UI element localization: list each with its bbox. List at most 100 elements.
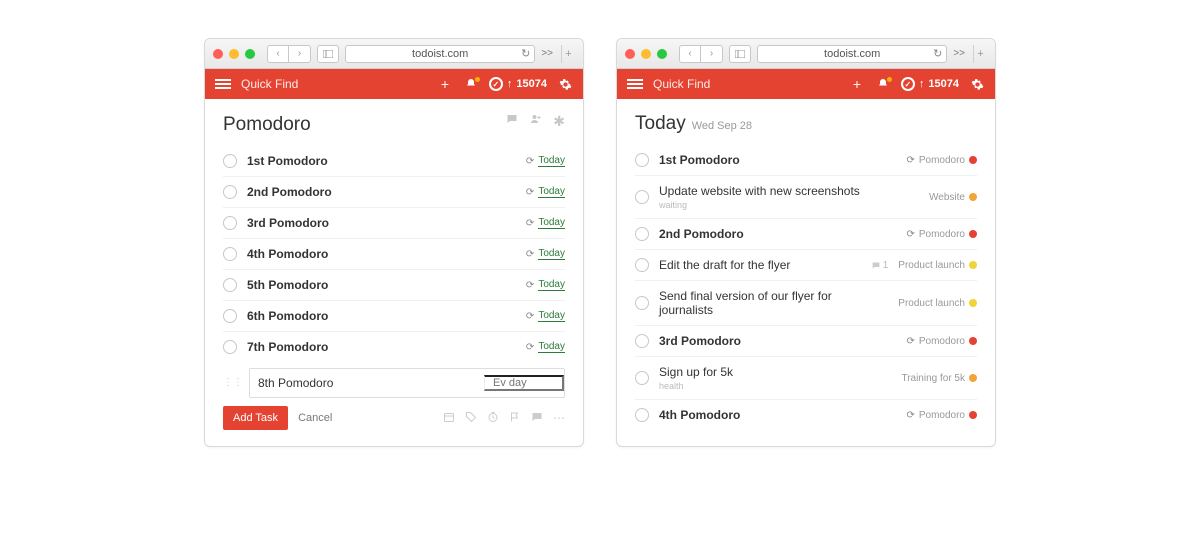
task-row[interactable]: Update website with new screenshotswaiti… (635, 176, 977, 219)
task-checkbox[interactable] (223, 309, 237, 323)
task-checkbox[interactable] (635, 371, 649, 385)
url-bar[interactable]: todoist.com ↻ (757, 45, 947, 63)
project-label: Training for 5k (901, 373, 965, 384)
reload-icon[interactable]: ↻ (521, 47, 530, 60)
task-checkbox[interactable] (223, 247, 237, 261)
sidebar-button[interactable] (317, 45, 339, 63)
notification-dot (887, 77, 892, 82)
task-row[interactable]: 2nd Pomodoro⟳Today (223, 177, 565, 208)
task-row[interactable]: 1st Pomodoro⟳Today (223, 146, 565, 177)
quick-add-icon[interactable]: + (437, 76, 453, 92)
menu-icon[interactable] (627, 79, 643, 89)
add-task-button[interactable]: Add Task (223, 406, 288, 430)
sidebar-button[interactable] (729, 45, 751, 63)
view-title: Pomodoro (223, 114, 311, 136)
task-row[interactable]: 6th Pomodoro⟳Today (223, 301, 565, 332)
task-project[interactable]: Website (929, 192, 977, 203)
settings-icon[interactable] (969, 78, 985, 91)
close-window-button[interactable] (625, 49, 635, 59)
task-project[interactable]: ⟳Pomodoro (906, 155, 977, 166)
task-due: ⟳Today (526, 341, 565, 353)
new-tab-button[interactable]: + (561, 45, 575, 63)
notifications-icon[interactable] (875, 78, 891, 90)
task-project[interactable]: ⟳Pomodoro (906, 336, 977, 347)
window-controls (625, 49, 667, 59)
comments-icon[interactable] (505, 113, 519, 130)
comment-icon[interactable] (531, 411, 543, 425)
toolbar-overflow[interactable]: >> (541, 48, 553, 59)
reminder-icon[interactable] (443, 411, 455, 425)
menu-icon[interactable] (215, 79, 231, 89)
karma-score[interactable]: ✓ ↑ 15074 (489, 77, 547, 91)
task-checkbox[interactable] (635, 296, 649, 310)
more-options-icon[interactable]: ⋯ (553, 411, 565, 425)
search-input[interactable]: Quick Find (241, 77, 427, 91)
task-row[interactable]: 1st Pomodoro⟳Pomodoro (635, 145, 977, 176)
notification-dot (475, 77, 480, 82)
drag-handle-icon[interactable]: ⋮⋮ (223, 379, 243, 387)
task-row[interactable]: 5th Pomodoro⟳Today (223, 270, 565, 301)
back-button[interactable]: ‹ (267, 45, 289, 63)
task-row[interactable]: 4th Pomodoro⟳Pomodoro (635, 400, 977, 430)
repeat-icon: ⟳ (906, 229, 914, 240)
task-project[interactable]: Product launch (898, 298, 977, 309)
project-label: Product launch (898, 298, 965, 309)
task-checkbox[interactable] (635, 408, 649, 422)
due-label: Today (538, 186, 565, 198)
task-checkbox[interactable] (635, 190, 649, 204)
settings-icon[interactable] (557, 78, 573, 91)
task-title-input[interactable] (250, 376, 484, 390)
share-icon[interactable] (529, 113, 543, 130)
toolbar-overflow[interactable]: >> (953, 48, 965, 59)
search-input[interactable]: Quick Find (653, 77, 839, 91)
browser-chrome: ‹ › todoist.com ↻ >> + (205, 39, 583, 69)
task-checkbox[interactable] (635, 334, 649, 348)
task-checkbox[interactable] (223, 216, 237, 230)
view-title-row: Pomodoro ✱ (223, 113, 565, 136)
task-checkbox[interactable] (223, 340, 237, 354)
task-editor-row: ⋮⋮ (223, 368, 565, 398)
quick-add-icon[interactable]: + (849, 76, 865, 92)
task-row[interactable]: 4th Pomodoro⟳Today (223, 239, 565, 270)
task-checkbox[interactable] (223, 185, 237, 199)
close-window-button[interactable] (213, 49, 223, 59)
task-row[interactable]: 2nd Pomodoro⟳Pomodoro (635, 219, 977, 250)
more-icon[interactable]: ✱ (553, 113, 565, 130)
zoom-window-button[interactable] (657, 49, 667, 59)
task-project[interactable]: Training for 5k (901, 373, 977, 384)
karma-icon: ✓ (489, 77, 503, 91)
priority-icon[interactable] (509, 411, 521, 425)
clock-icon[interactable] (487, 411, 499, 425)
task-date-input[interactable] (484, 375, 564, 391)
reload-icon[interactable]: ↻ (933, 47, 942, 60)
url-bar[interactable]: todoist.com ↻ (345, 45, 535, 63)
task-row[interactable]: 3rd Pomodoro⟳Pomodoro (635, 326, 977, 357)
forward-button[interactable]: › (701, 45, 723, 63)
url-text: todoist.com (824, 48, 880, 60)
cancel-button[interactable]: Cancel (298, 412, 332, 424)
minimize-window-button[interactable] (641, 49, 651, 59)
new-tab-button[interactable]: + (973, 45, 987, 63)
task-project[interactable]: Product launch (898, 260, 977, 271)
task-row[interactable]: Edit the draft for the flyer1Product lau… (635, 250, 977, 281)
task-project[interactable]: ⟳Pomodoro (906, 410, 977, 421)
karma-value: 15074 (928, 78, 959, 90)
notifications-icon[interactable] (463, 78, 479, 90)
task-project[interactable]: ⟳Pomodoro (906, 229, 977, 240)
task-row[interactable]: Send final version of our flyer for jour… (635, 281, 977, 326)
task-checkbox[interactable] (223, 278, 237, 292)
task-checkbox[interactable] (223, 154, 237, 168)
back-button[interactable]: ‹ (679, 45, 701, 63)
task-checkbox[interactable] (635, 258, 649, 272)
task-row[interactable]: 3rd Pomodoro⟳Today (223, 208, 565, 239)
minimize-window-button[interactable] (229, 49, 239, 59)
comment-count[interactable]: 1 (871, 260, 889, 271)
zoom-window-button[interactable] (245, 49, 255, 59)
task-row[interactable]: Sign up for 5khealthTraining for 5k (635, 357, 977, 400)
karma-score[interactable]: ✓ ↑ 15074 (901, 77, 959, 91)
task-checkbox[interactable] (635, 227, 649, 241)
forward-button[interactable]: › (289, 45, 311, 63)
task-checkbox[interactable] (635, 153, 649, 167)
task-row[interactable]: 7th Pomodoro⟳Today (223, 332, 565, 362)
label-icon[interactable] (465, 411, 477, 425)
